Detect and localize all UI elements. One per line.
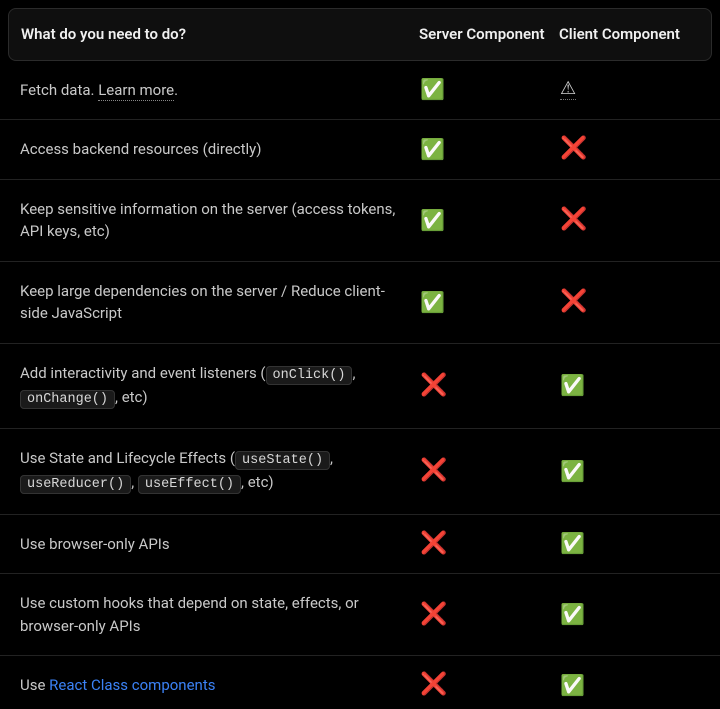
cross-icon: ❌ — [420, 531, 447, 556]
table-row: Add interactivity and event listeners (o… — [0, 344, 720, 430]
row-description: Keep sensitive information on the server… — [20, 198, 420, 243]
check-icon: ✅ — [420, 290, 445, 314]
text-segment: Use State and Lifecycle Effects ( — [20, 449, 235, 467]
row-description: Use State and Lifecycle Effects (useStat… — [20, 447, 420, 496]
server-cell: ✅ — [420, 139, 560, 160]
react-class-components-link[interactable]: React Class components — [49, 676, 215, 694]
client-cell: ⚠ — [560, 80, 700, 100]
table-body: Fetch data. Learn more.✅⚠Access backend … — [0, 61, 720, 709]
header-client-component: Client Component — [559, 24, 699, 44]
table-row: Use custom hooks that depend on state, e… — [0, 574, 720, 656]
cross-icon: ❌ — [560, 136, 587, 161]
server-cell: ❌ — [420, 460, 560, 482]
code-token: onChange() — [20, 390, 115, 409]
client-cell: ✅ — [560, 375, 700, 396]
cross-icon: ❌ — [420, 672, 447, 697]
server-cell: ✅ — [420, 292, 560, 313]
text-segment: Access backend resources (directly) — [20, 140, 262, 158]
table-row: Keep large dependencies on the server / … — [0, 262, 720, 344]
client-cell: ✅ — [560, 675, 700, 696]
comparison-table: What do you need to do? Server Component… — [0, 0, 720, 709]
client-cell: ❌ — [560, 291, 700, 313]
client-cell: ✅ — [560, 533, 700, 554]
check-icon: ✅ — [420, 208, 445, 232]
text-segment: . — [174, 81, 178, 99]
client-cell: ❌ — [560, 138, 700, 160]
client-cell: ✅ — [560, 604, 700, 625]
table-row: Access backend resources (directly) ✅ ❌ — [0, 120, 720, 180]
text-segment: , etc) — [115, 388, 148, 406]
text-segment: , — [330, 449, 333, 467]
code-token: useState() — [235, 451, 330, 470]
table-row: Use State and Lifecycle Effects (useStat… — [0, 429, 720, 515]
header-server-component: Server Component — [419, 24, 559, 44]
row-description: Use browser-only APIs — [20, 533, 420, 556]
server-cell: ✅ — [420, 210, 560, 231]
row-description: Use custom hooks that depend on state, e… — [20, 592, 420, 637]
server-cell: ❌ — [420, 674, 560, 696]
table-row: Keep sensitive information on the server… — [0, 180, 720, 262]
text-segment: Use custom hooks that depend on state, e… — [20, 594, 359, 635]
check-icon: ✅ — [420, 77, 445, 101]
code-token: useEffect() — [138, 475, 241, 494]
cross-icon: ❌ — [560, 289, 587, 314]
text-segment: , — [352, 364, 355, 382]
code-token: useReducer() — [20, 475, 131, 494]
client-cell: ✅ — [560, 461, 700, 482]
check-icon: ✅ — [560, 373, 585, 397]
server-cell: ✅ — [420, 79, 560, 100]
cross-icon: ❌ — [420, 373, 447, 398]
learn-more-link[interactable]: Learn more — [98, 81, 174, 101]
client-cell: ❌ — [560, 209, 700, 231]
cross-icon: ❌ — [420, 602, 447, 627]
check-icon: ✅ — [560, 531, 585, 555]
cross-icon: ❌ — [420, 458, 447, 483]
text-segment: Use — [20, 676, 49, 694]
text-segment: , etc) — [241, 473, 274, 491]
row-description: Add interactivity and event listeners (o… — [20, 362, 420, 411]
server-cell: ❌ — [420, 375, 560, 397]
table-row: Use browser-only APIs ❌ ✅ — [0, 515, 720, 575]
check-icon: ✅ — [560, 602, 585, 626]
check-icon: ✅ — [560, 459, 585, 483]
text-segment: Use browser-only APIs — [20, 535, 170, 553]
text-segment: Keep sensitive information on the server… — [20, 200, 395, 241]
text-segment: Fetch data. — [20, 81, 98, 99]
header-description: What do you need to do? — [21, 23, 419, 46]
table-row: Fetch data. Learn more.✅⚠ — [0, 61, 720, 121]
row-description: Use React Class components — [20, 674, 420, 697]
server-cell: ❌ — [420, 604, 560, 626]
row-description: Keep large dependencies on the server / … — [20, 280, 420, 325]
warning-icon[interactable]: ⚠ — [560, 80, 576, 100]
check-icon: ✅ — [560, 673, 585, 697]
text-segment: Add interactivity and event listeners ( — [20, 364, 266, 382]
text-segment: Keep large dependencies on the server / … — [20, 282, 385, 323]
row-description: Access backend resources (directly) — [20, 138, 420, 161]
server-cell: ❌ — [420, 533, 560, 555]
row-description: Fetch data. Learn more. — [20, 79, 420, 102]
table-row: Use React Class components❌✅ — [0, 656, 720, 709]
cross-icon: ❌ — [560, 207, 587, 232]
table-header-row: What do you need to do? Server Component… — [8, 8, 712, 61]
code-token: onClick() — [266, 366, 353, 385]
check-icon: ✅ — [420, 137, 445, 161]
text-segment: , — [131, 473, 138, 491]
